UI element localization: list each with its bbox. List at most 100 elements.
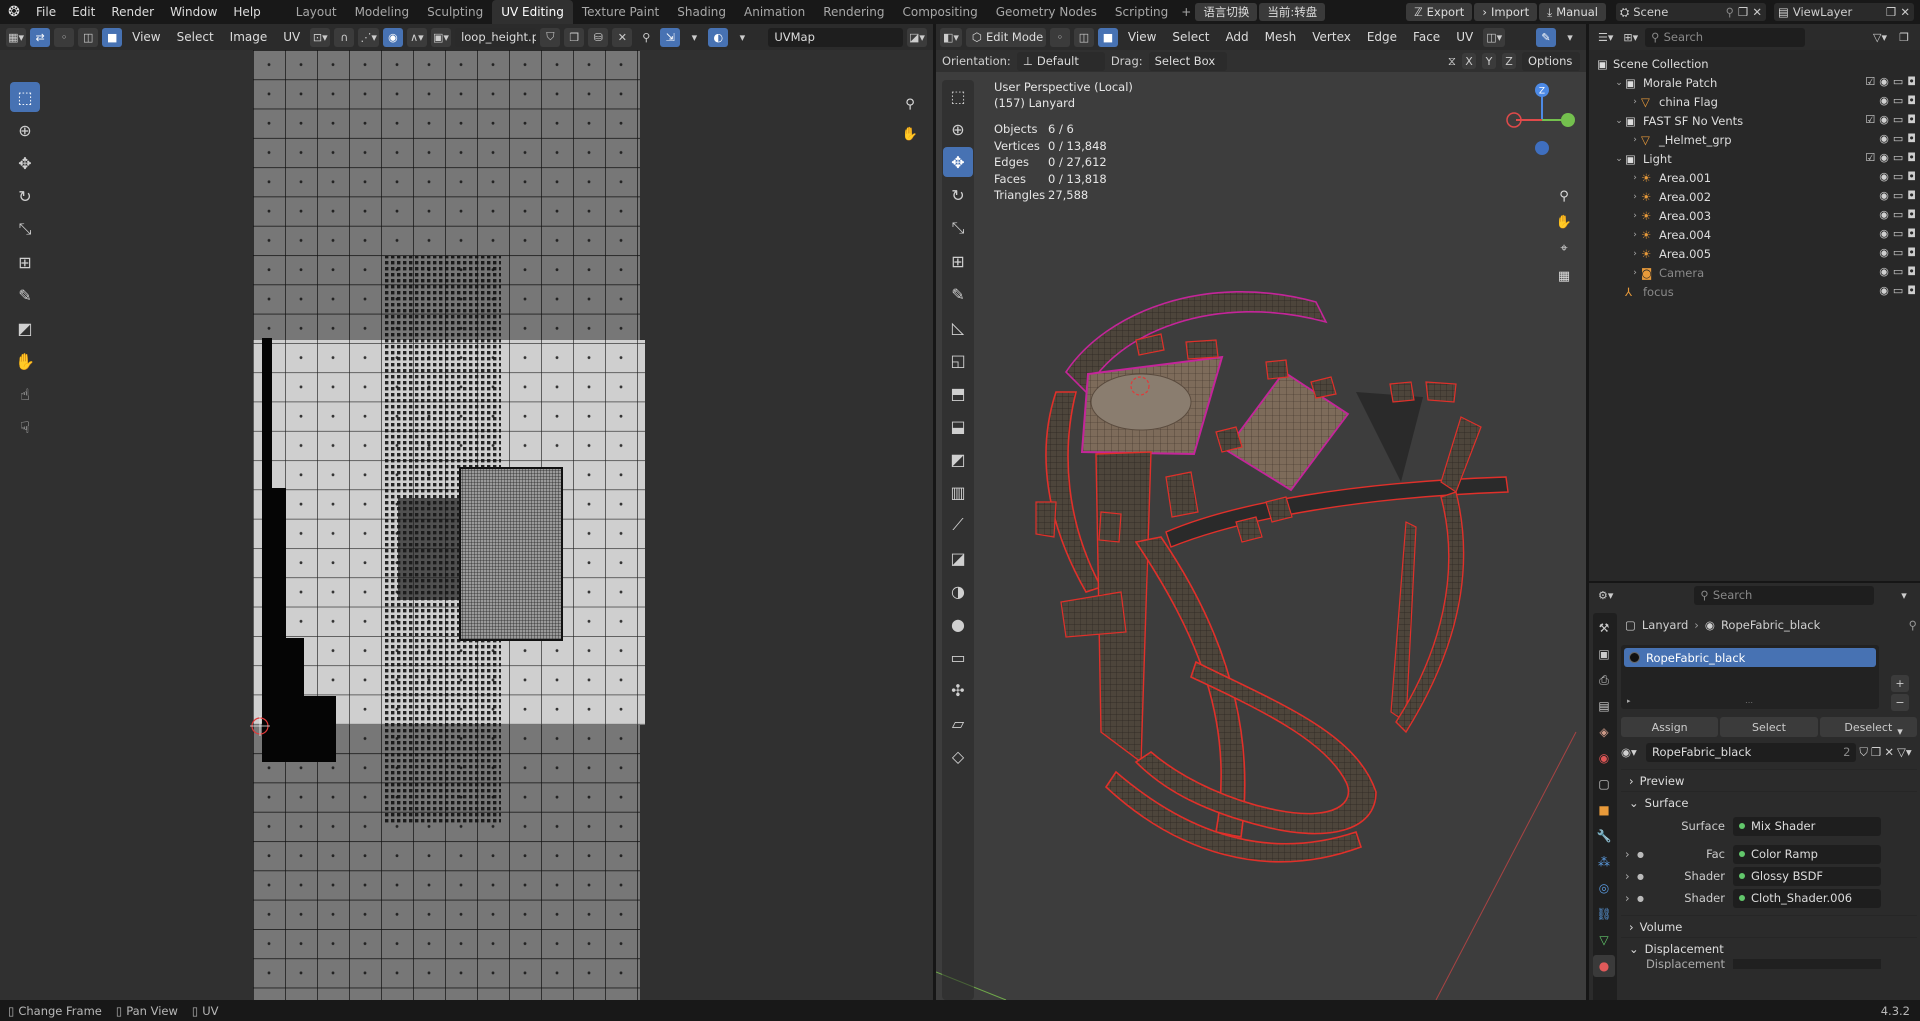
new-image-icon[interactable]: ❐ — [564, 27, 585, 47]
vp-menu-edge[interactable]: Edge — [1361, 30, 1403, 44]
add-cube-icon[interactable]: ◱ — [943, 345, 973, 375]
chevron-right-icon[interactable]: › — [1629, 192, 1641, 202]
camera-render-icon[interactable]: ◘ — [1907, 75, 1916, 88]
falloff-icon[interactable]: ∧▾ — [406, 27, 427, 47]
tab-layout[interactable]: Layout — [287, 0, 346, 24]
uv-menu-image[interactable]: Image — [224, 30, 274, 44]
monitor-icon[interactable]: ▭ — [1893, 284, 1903, 297]
monitor-icon[interactable]: ▭ — [1893, 94, 1903, 107]
smooth-icon[interactable]: ● — [943, 609, 973, 639]
transform-icon[interactable]: ⊞ — [10, 247, 40, 277]
select-box-icon[interactable]: ⬚ — [943, 81, 973, 111]
display-mode-icon[interactable]: ⊞▾ — [1620, 28, 1641, 47]
mirror-icon[interactable]: ⧖ — [1448, 54, 1456, 69]
outliner-search[interactable]: ⚲ Search — [1645, 27, 1806, 47]
tab-scripting[interactable]: Scripting — [1106, 0, 1177, 24]
eye-icon[interactable]: ◉ — [1879, 94, 1889, 107]
eye-icon[interactable]: ◉ — [1879, 113, 1889, 126]
eye-icon[interactable]: ◉ — [1879, 132, 1889, 145]
surface-shader-field[interactable]: Mix Shader — [1733, 816, 1881, 836]
chevron-right-icon[interactable]: › — [1629, 268, 1641, 278]
camera-render-icon[interactable]: ◘ — [1907, 94, 1916, 107]
eye-icon[interactable]: ◉ — [1879, 151, 1889, 164]
expand-icon[interactable]: ▸ — [1627, 697, 1631, 705]
render-tab-icon[interactable]: ▣ — [1593, 643, 1615, 665]
vp-menu-view[interactable]: View — [1122, 30, 1162, 44]
eye-icon[interactable]: ◉ — [1879, 75, 1889, 88]
monitor-icon[interactable]: ▭ — [1893, 265, 1903, 278]
displacement-panel-header[interactable]: ⌄ Displacement — [1621, 937, 1917, 959]
transform-pivot-icon[interactable]: ◫▾ — [1483, 27, 1506, 47]
snap-icon[interactable]: ∩ — [334, 27, 355, 47]
monitor-icon[interactable]: ▭ — [1893, 227, 1903, 240]
scene-selector[interactable]: ⛭ Scene ⚲ ❐ ✕ — [1616, 3, 1766, 21]
move-icon[interactable]: ✥ — [943, 147, 973, 177]
close-icon[interactable]: ✕ — [1752, 5, 1762, 19]
uv-sync-icon[interactable]: ⇄ — [30, 27, 51, 47]
edge-slide-icon[interactable]: ▭ — [943, 642, 973, 672]
grid-icon[interactable]: ▦ — [1552, 264, 1576, 288]
rip-icon[interactable]: ◇ — [943, 741, 973, 771]
checkbox-icon[interactable]: ☑ — [1865, 75, 1875, 88]
monitor-icon[interactable]: ▭ — [1893, 246, 1903, 259]
chevron-right-icon[interactable]: › — [1629, 97, 1641, 107]
bevel-icon[interactable]: ◩ — [943, 444, 973, 474]
shear-icon[interactable]: ▱ — [943, 708, 973, 738]
pan-hand-icon[interactable]: ✋ — [898, 122, 922, 146]
face-select-icon[interactable]: ■ — [102, 27, 123, 47]
displacement-field[interactable] — [1733, 959, 1881, 969]
material-slot-selected[interactable]: RopeFabric_black — [1624, 648, 1876, 667]
pinch-icon[interactable]: ☟ — [10, 412, 40, 442]
language-current-button[interactable]: 当前:转盘 — [1259, 3, 1326, 21]
display-channels-icon[interactable]: ◪▾ — [906, 27, 927, 47]
menu-help[interactable]: Help — [225, 0, 268, 24]
zoom-icon[interactable]: ⚲ — [898, 92, 922, 116]
tool-tab-icon[interactable]: ⚒ — [1593, 617, 1615, 639]
chevron-right-icon[interactable]: › — [1629, 249, 1641, 259]
rotate-icon[interactable]: ↻ — [10, 181, 40, 211]
preview-panel-header[interactable]: › Preview — [1621, 769, 1917, 791]
knife-icon[interactable]: ⟋ — [943, 510, 973, 540]
eye-icon[interactable]: ◉ — [1879, 265, 1889, 278]
new-collection-icon[interactable]: ❐ — [1894, 28, 1914, 47]
slot-menu-button[interactable]: ▾ — [1891, 723, 1909, 740]
face-select-icon[interactable]: ■ — [1097, 27, 1118, 47]
eye-icon[interactable]: ◉ — [1879, 208, 1889, 221]
drag-dropdown[interactable]: Select Box — [1148, 51, 1227, 71]
camera-render-icon[interactable]: ◘ — [1907, 113, 1916, 126]
camera-render-icon[interactable]: ◘ — [1907, 170, 1916, 183]
data-tab-icon[interactable]: ▽ — [1593, 929, 1615, 951]
mode-selector[interactable]: ⬡ Edit Mode — [965, 27, 1046, 47]
material-tab-icon[interactable]: ● — [1593, 955, 1615, 977]
menu-window[interactable]: Window — [162, 0, 225, 24]
output-tab-icon[interactable]: ⎙ — [1593, 669, 1615, 691]
dropdown-icon[interactable]: ▾ — [732, 28, 752, 47]
relax-icon[interactable]: ☝ — [10, 379, 40, 409]
eye-icon[interactable]: ◉ — [1879, 284, 1889, 297]
import-button[interactable]: › Import — [1474, 3, 1538, 21]
outliner-row[interactable]: › ▽ _Helmet_grp ◉ ▭ ◘ — [1589, 130, 1920, 149]
inset-icon[interactable]: ⬓ — [943, 411, 973, 441]
uv-menu-select[interactable]: Select — [171, 30, 220, 44]
export-button[interactable]: ℤ Export — [1406, 3, 1473, 21]
select-button[interactable]: Select — [1720, 717, 1818, 737]
monitor-icon[interactable]: ▭ — [1893, 151, 1903, 164]
monitor-icon[interactable]: ▭ — [1893, 132, 1903, 145]
outliner-row[interactable]: ⌄ ▣ Morale Patch ☑ ◉ ▭ ◘ — [1589, 73, 1920, 92]
annotate-icon[interactable]: ✎ — [10, 280, 40, 310]
volume-panel-header[interactable]: › Volume — [1621, 915, 1917, 937]
uv-menu-uv[interactable]: UV — [277, 30, 306, 44]
outliner-row[interactable]: › ☀ Area.001 ◉ ▭ ◘ — [1589, 168, 1920, 187]
vp-menu-uv[interactable]: UV — [1450, 30, 1479, 44]
orientation-dropdown[interactable]: ⊥ Default — [1016, 51, 1105, 71]
zoom-icon[interactable]: ⚲ — [1552, 184, 1576, 208]
camera-render-icon[interactable]: ◘ — [1907, 151, 1916, 164]
tab-shading[interactable]: Shading — [668, 0, 735, 24]
material-name-field[interactable]: RopeFabric_black 2 — [1646, 742, 1857, 762]
editor-type-icon[interactable]: ⚙▾ — [1595, 586, 1616, 605]
physics-tab-icon[interactable]: ◎ — [1593, 877, 1615, 899]
tab-texture-paint[interactable]: Texture Paint — [573, 0, 668, 24]
view-layer-tab-icon[interactable]: ▤ — [1593, 695, 1615, 717]
tab-compositing[interactable]: Compositing — [893, 0, 986, 24]
outliner-row[interactable]: › ☀ Area.005 ◉ ▭ ◘ — [1589, 244, 1920, 263]
